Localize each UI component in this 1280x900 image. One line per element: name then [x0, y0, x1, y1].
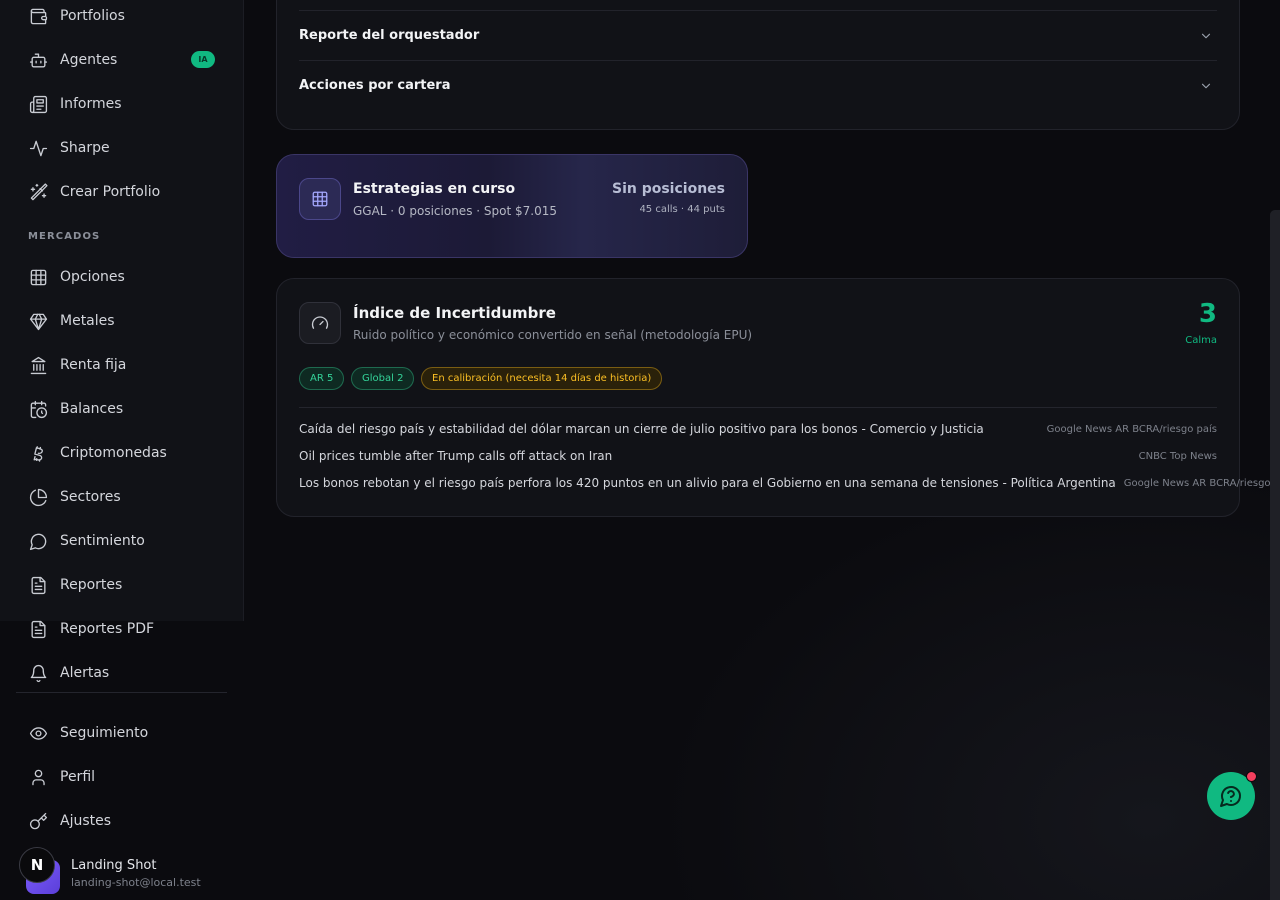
bank-icon	[28, 355, 48, 375]
message-circle-icon	[28, 531, 48, 551]
sidebar-item-label: Balances	[60, 401, 124, 417]
sidebar-item-portfolios[interactable]: Portfolios	[16, 0, 227, 36]
sidebar-item-label: Portfolios	[60, 8, 125, 24]
scrollbar-thumb[interactable]	[1270, 210, 1280, 900]
sidebar-item-balances[interactable]: Balances	[16, 389, 227, 429]
gem-icon	[28, 311, 48, 331]
dev-tools-badge[interactable]: N	[19, 847, 55, 883]
uncertainty-subtitle: Ruido político y económico convertido en…	[353, 328, 753, 342]
sidebar: Portfolios Agentes IA Informes Sharpe Cr…	[0, 0, 244, 900]
news-source: CNBC Top News	[1138, 450, 1217, 462]
eye-icon	[28, 723, 48, 743]
strategies-status: Sin posiciones	[611, 181, 725, 197]
report-accordion-card: Reporte del orquestador Acciones por car…	[276, 0, 1240, 130]
chevron-down-icon	[1201, 33, 1211, 38]
chevron-down-icon	[1201, 83, 1211, 88]
strategies-card[interactable]: Estrategias en curso GGAL · 0 posiciones…	[276, 154, 748, 258]
magic-wand-icon	[28, 182, 48, 202]
sidebar-item-label: Sentimiento	[60, 533, 145, 549]
user-profile[interactable]: N Landing Shot landing-shot@local.test	[19, 847, 234, 894]
sidebar-item-seguimiento[interactable]: Seguimiento	[16, 713, 227, 753]
bitcoin-icon	[28, 443, 48, 463]
user-icon	[28, 767, 48, 787]
uncertainty-title: Índice de Incertidumbre	[353, 304, 556, 322]
sidebar-item-alertas[interactable]: Alertas	[16, 653, 227, 693]
key-icon	[28, 811, 48, 831]
sidebar-item-label: Criptomonedas	[60, 445, 167, 461]
sidebar-item-renta-fija[interactable]: Renta fija	[16, 345, 227, 385]
strategies-subtitle: GGAL · 0 posiciones · Spot $7.015	[353, 204, 557, 218]
grid-icon	[299, 178, 341, 220]
sidebar-item-label: Agentes	[60, 52, 118, 68]
sidebar-item-criptomonedas[interactable]: Criptomonedas	[16, 433, 227, 473]
accordion-label: Reporte del orquestador	[299, 28, 480, 43]
sidebar-item-label: Perfil	[60, 769, 96, 785]
uncertainty-index-card: Índice de Incertidumbre Ruido político y…	[276, 278, 1280, 517]
calendar-clock-icon	[28, 399, 48, 419]
sidebar-item-agentes[interactable]: Agentes IA	[16, 40, 227, 80]
news-item[interactable]: Caída del riesgo país y estabilidad del …	[299, 419, 1217, 439]
news-item[interactable]: Oil prices tumble after Trump calls off …	[299, 446, 1217, 466]
sidebar-item-metales[interactable]: Metales	[16, 301, 227, 341]
strategies-counts: 45 calls · 44 puts	[639, 204, 725, 215]
sidebar-item-label: Opciones	[60, 269, 125, 285]
pie-chart-icon	[28, 487, 48, 507]
notification-dot	[1246, 771, 1257, 782]
user-name: Landing Shot	[71, 858, 157, 873]
sidebar-item-label: Reportes PDF	[60, 621, 155, 637]
news-item[interactable]: Los bonos rebotan y el riesgo país perfo…	[299, 473, 1280, 493]
sidebar-item-label: Metales	[60, 313, 115, 329]
ai-badge: IA	[191, 51, 215, 68]
accordion-actions-by-portfolio[interactable]: Acciones por cartera	[299, 60, 1217, 110]
bell-icon	[28, 663, 48, 683]
sidebar-item-opciones[interactable]: Opciones	[16, 257, 227, 297]
pill-calibration: En calibración (necesita 14 días de hist…	[421, 367, 663, 390]
uncertainty-value: 3	[1198, 299, 1217, 329]
sidebar-item-crear-portfolio[interactable]: Crear Portfolio	[16, 172, 227, 212]
sidebar-item-ajustes[interactable]: Ajustes	[16, 801, 227, 841]
sidebar-item-informes[interactable]: Informes	[16, 84, 227, 124]
sidebar-item-reportes-pdf[interactable]: Reportes PDF	[16, 609, 227, 649]
pill-ar: AR 5	[299, 367, 345, 390]
sidebar-item-reportes[interactable]: Reportes	[16, 565, 227, 605]
sidebar-item-label: Crear Portfolio	[60, 184, 161, 200]
news-headline: Caída del riesgo país y estabilidad del …	[299, 422, 984, 436]
sidebar-item-sharpe[interactable]: Sharpe	[16, 128, 227, 168]
sidebar-divider	[16, 692, 227, 693]
user-email: landing-shot@local.test	[71, 876, 201, 889]
news-source: Google News AR BCRA/riesgo país	[1123, 477, 1280, 489]
section-title-mercados: MERCADOS	[28, 231, 101, 242]
news-headline: Oil prices tumble after Trump calls off …	[299, 449, 613, 463]
sidebar-item-label: Renta fija	[60, 357, 127, 373]
sidebar-item-label: Alertas	[60, 665, 110, 681]
activity-icon	[28, 138, 48, 158]
pill-global: Global 2	[351, 367, 415, 390]
wallet-icon	[28, 6, 48, 26]
file-pdf-icon	[28, 619, 48, 639]
news-source: Google News AR BCRA/riesgo país	[1046, 423, 1217, 435]
card-divider	[299, 407, 1217, 408]
sidebar-item-perfil[interactable]: Perfil	[16, 757, 227, 797]
uncertainty-value-label: Calma	[1185, 335, 1217, 346]
file-text-icon	[28, 575, 48, 595]
sidebar-item-label: Ajustes	[60, 813, 112, 829]
accordion-orchestrator-report[interactable]: Reporte del orquestador	[299, 10, 1217, 60]
grid-icon	[28, 267, 48, 287]
sidebar-item-label: Reportes	[60, 577, 123, 593]
newspaper-icon	[28, 94, 48, 114]
sidebar-item-label: Sectores	[60, 489, 121, 505]
strategies-title: Estrategias en curso	[353, 181, 516, 197]
sidebar-item-label: Sharpe	[60, 140, 110, 156]
help-circle-icon	[1220, 786, 1241, 807]
sidebar-item-label: Informes	[60, 96, 122, 112]
sidebar-item-sentimiento[interactable]: Sentimiento	[16, 521, 227, 561]
gauge-icon	[299, 302, 341, 344]
accordion-label: Acciones por cartera	[299, 78, 451, 93]
sidebar-item-sectores[interactable]: Sectores	[16, 477, 227, 517]
bot-icon	[28, 50, 48, 70]
sidebar-item-label: Seguimiento	[60, 725, 149, 741]
news-headline: Los bonos rebotan y el riesgo país perfo…	[299, 476, 1116, 490]
